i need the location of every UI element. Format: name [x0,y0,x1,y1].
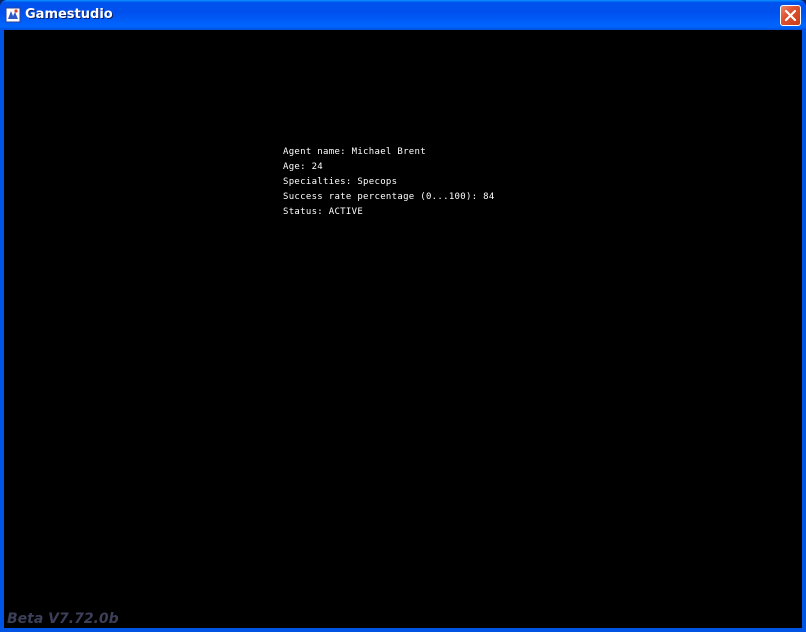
title-bar[interactable]: Gamestudio [0,0,806,30]
game-viewport[interactable]: Agent name: Michael Brent Age: 24 Specia… [4,30,802,628]
window-title: Gamestudio [25,7,113,22]
close-icon [784,9,797,22]
agent-specialties-text: Specialties: Specops [283,177,398,187]
agent-status-text: Status: ACTIVE [283,207,364,217]
agent-info-panel: Agent name: Michael Brent Age: 24 Specia… [283,145,495,220]
close-button[interactable] [780,5,801,26]
gamestudio-app-icon[interactable] [5,7,21,23]
app-window: Gamestudio Agent name: Michael Brent Age… [0,0,806,632]
version-label: Beta V7.72.0b [7,611,119,627]
agent-name-text: Agent name: Michael Brent [283,147,426,157]
agent-age-text: Age: 24 [283,162,324,172]
agent-success-rate-text: Success rate percentage (0...100): 84 [283,192,495,202]
